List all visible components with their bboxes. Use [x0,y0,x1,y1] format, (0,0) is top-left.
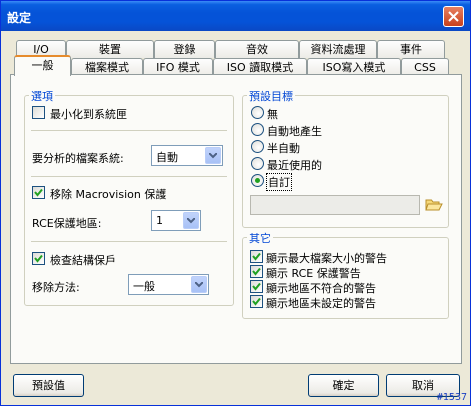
tab-registry[interactable]: 登錄 [154,40,215,58]
removal-method-label: 移除方法: [32,281,80,294]
remove-macrovision-label: 移除 Macrovision 保護 [50,188,167,201]
removal-method-value: 一般 [133,280,155,293]
check-protection-label: 檢查結構保戶 [50,254,116,267]
close-icon [448,11,459,22]
default-target-group-title: 預設目標 [247,88,295,104]
target-semi-auto-label: 半自動 [267,142,300,155]
target-custom-radio[interactable] [251,174,264,187]
target-custom-label: 自訂 [266,173,292,191]
ok-button[interactable]: 確定 [308,374,379,397]
target-auto-label: 自動地產生 [267,125,322,138]
options-group-title: 選項 [29,88,55,104]
browse-folder-button[interactable] [425,196,443,212]
chevron-down-icon [195,282,203,288]
options-group: 選項 最小化到系統匣 要分析的檔案系統: 自動 移除 Macrovision 保… [24,88,234,306]
warn-region-unset-checkbox[interactable] [250,295,263,308]
default-target-group: 預設目標 無 自動地產生 半自動 最近使用的 自訂 [242,88,449,228]
warn-max-file-size-label: 顯示最大檔案大小的警告 [266,252,387,265]
warn-region-mismatch-checkbox[interactable] [250,280,263,293]
rce-region-value: 1 [156,214,163,227]
removal-method-dropdown-button[interactable] [191,276,207,293]
target-recent-radio[interactable] [251,157,264,170]
general-tab-panel: 選項 最小化到系統匣 要分析的檔案系統: 自動 移除 Macrovision 保… [10,74,462,364]
check-icon [252,252,261,261]
check-icon [252,297,261,306]
check-protection-checkbox[interactable] [32,252,45,265]
warn-rce-protection-checkbox[interactable] [250,265,263,278]
warn-region-unset-label: 顯示地區未設定的警告 [266,297,376,310]
remove-macrovision-checkbox[interactable] [32,186,45,199]
separator [31,130,227,131]
warn-max-file-size-checkbox[interactable] [250,250,263,263]
filesystem-select[interactable]: 自動 [151,145,223,166]
filesystem-label: 要分析的檔案系統: [32,152,124,165]
separator [31,241,227,242]
settings-window: 設定 I/O 裝置 登錄 音效 資料流處理 事件 一般 檔案模式 IFO 模式 … [0,0,471,406]
tab-events[interactable]: 事件 [377,40,445,58]
check-icon [34,188,43,197]
check-icon [252,267,261,276]
target-semi-auto-radio[interactable] [251,140,264,153]
target-recent-label: 最近使用的 [267,159,322,172]
target-none-label: 無 [267,108,278,121]
filesystem-dropdown-button[interactable] [205,147,221,164]
window-title: 設定 [7,11,32,25]
removal-method-select[interactable]: 一般 [128,274,209,295]
rce-region-label: RCE保護地區: [32,217,102,230]
watermark-id: #1537 [436,392,467,403]
tab-stream-processing[interactable]: 資料流處理 [299,40,377,58]
custom-target-path-input[interactable] [250,195,420,215]
filesystem-value: 自動 [156,151,178,164]
warn-region-mismatch-label: 顯示地區不符合的警告 [266,282,376,295]
warn-rce-protection-label: 顯示 RCE 保護警告 [266,267,361,280]
tab-devices[interactable]: 裝置 [66,40,154,58]
chevron-down-icon [209,153,217,159]
open-folder-icon [425,199,443,211]
chevron-down-icon [187,218,195,224]
tab-general[interactable]: 一般 [14,55,71,76]
defaults-button[interactable]: 預設值 [13,374,84,397]
target-none-radio[interactable] [251,106,264,119]
minimize-to-tray-checkbox[interactable] [32,106,45,119]
other-group: 其它 顯示最大檔案大小的警告 顯示 RCE 保護警告 顯示地區不符合的警告 顯示… [242,230,449,319]
tab-audio[interactable]: 音效 [215,40,299,58]
title-bar[interactable]: 設定 [1,1,470,31]
target-auto-radio[interactable] [251,123,264,136]
rce-region-dropdown-button[interactable] [183,212,199,229]
other-group-title: 其它 [247,230,273,246]
minimize-to-tray-label: 最小化到系統匣 [50,108,127,121]
radio-selected-dot [255,178,260,183]
separator [31,176,227,177]
close-button[interactable] [443,6,464,27]
check-icon [34,254,43,263]
check-icon [252,282,261,291]
rce-region-select[interactable]: 1 [151,210,201,231]
